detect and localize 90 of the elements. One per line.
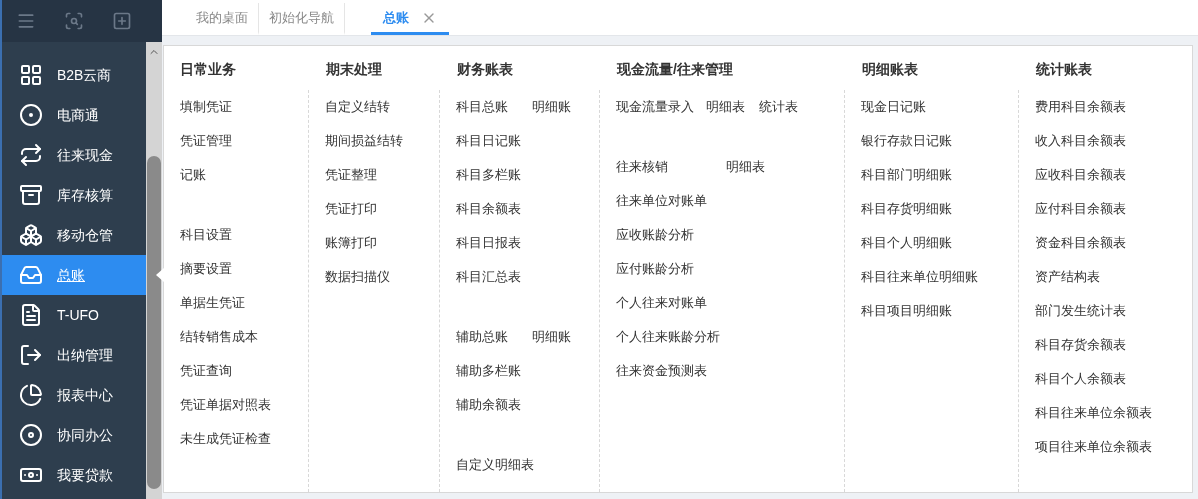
boxes-icon — [19, 223, 43, 247]
menu-link[interactable]: 科目日记账 — [456, 131, 521, 151]
menu-link[interactable]: 凭证查询 — [180, 361, 232, 381]
menu-link[interactable]: 科目存货余额表 — [1035, 335, 1126, 355]
menu-link[interactable]: 应收科目余额表 — [1035, 165, 1126, 185]
menu-link[interactable]: 凭证打印 — [325, 199, 377, 219]
menu-link[interactable]: 统计表 — [758, 97, 844, 117]
menu-link[interactable]: 结转销售成本 — [180, 327, 258, 347]
column-heading: 现金流量/往来管理 — [615, 60, 734, 79]
tab[interactable]: 我的桌面 — [186, 3, 259, 35]
add-icon[interactable] — [112, 11, 132, 31]
menu-link[interactable]: 填制凭证 — [180, 97, 232, 117]
menu-link[interactable]: 期间损益结转 — [325, 131, 403, 151]
search-icon[interactable] — [64, 11, 84, 31]
menu-link[interactable]: 科目项目明细账 — [861, 301, 952, 321]
menu-link[interactable]: 部门发生统计表 — [1035, 301, 1126, 321]
export-icon — [19, 343, 43, 367]
menu-link[interactable]: 资产结构表 — [1035, 267, 1100, 287]
menu-link[interactable]: 辅助余额表 — [456, 395, 521, 415]
disc-icon — [19, 423, 43, 447]
menu-link[interactable]: 明细表 — [726, 157, 790, 177]
menu-link[interactable]: 往来核销 — [616, 157, 726, 177]
menu-link[interactable]: 现金日记账 — [861, 97, 926, 117]
menu-link[interactable]: 银行存款日记账 — [861, 131, 952, 151]
sidebar-item[interactable]: 出纳管理 — [2, 335, 146, 375]
menu-link[interactable]: 摘要设置 — [180, 259, 232, 279]
arrows-icon — [19, 143, 43, 167]
menu-link[interactable]: 自定义结转 — [325, 97, 390, 117]
column-heading: 期末处理 — [325, 60, 383, 79]
column-heading: 统计账表 — [1035, 60, 1093, 79]
menu-link[interactable]: 辅助多栏账 — [456, 361, 521, 381]
menu-link[interactable]: 科目个人明细账 — [861, 233, 952, 253]
tray-icon — [19, 183, 43, 207]
sidebar-item[interactable]: 移动仓管 — [2, 215, 146, 255]
menu-link[interactable]: 科目部门明细账 — [861, 165, 952, 185]
menu-icon[interactable] — [16, 11, 36, 31]
menu-link[interactable]: 凭证管理 — [180, 131, 232, 151]
sidebar-item[interactable]: 报表中心 — [2, 375, 146, 415]
scrollbar[interactable] — [146, 42, 162, 499]
menu-link[interactable]: 资金科目余额表 — [1035, 233, 1126, 253]
menu-link[interactable]: 科目总账 — [456, 97, 532, 117]
menu-link[interactable]: 科目多栏账 — [456, 165, 521, 185]
tab[interactable]: 初始化导航 — [259, 3, 345, 35]
menu-link[interactable]: 科目存货明细账 — [861, 199, 952, 219]
menu-link[interactable]: 科目往来单位明细账 — [861, 267, 978, 287]
document-icon — [19, 303, 43, 327]
menu-link[interactable]: 应付科目余额表 — [1035, 199, 1126, 219]
menu-link[interactable]: 自定义明细表 — [456, 455, 534, 475]
pie-chart-icon — [19, 383, 43, 407]
sidebar-item[interactable]: 往来现金 — [2, 135, 146, 175]
sidebar-item[interactable]: 协同办公 — [2, 415, 146, 455]
menu-link[interactable]: 明细表 — [706, 97, 759, 117]
menu-link[interactable]: 辅助总账 — [456, 327, 532, 347]
menu-link[interactable]: 项目往来单位余额表 — [1035, 437, 1152, 457]
menu-link[interactable]: 记账 — [180, 165, 206, 185]
sidebar-item[interactable]: T-UFO — [2, 295, 146, 335]
menu-link[interactable]: 明细账 — [532, 97, 596, 117]
menu-link[interactable]: 未生成凭证检查 — [180, 429, 271, 449]
menu-link[interactable]: 科目个人余额表 — [1035, 369, 1126, 389]
sidebar-item[interactable]: B2B云商 — [2, 55, 146, 95]
menu-link[interactable]: 往来单位对账单 — [616, 191, 707, 211]
menu-link[interactable]: 单据生凭证 — [180, 293, 245, 313]
column-heading: 财务账表 — [456, 60, 514, 79]
menu-link[interactable]: 个人往来对账单 — [616, 293, 707, 313]
scrollbar-thumb[interactable] — [147, 156, 161, 489]
sidebar-item[interactable]: 电商通 — [2, 95, 146, 135]
menu-link[interactable]: 科目余额表 — [456, 199, 521, 219]
menu-link[interactable]: 科目设置 — [180, 225, 232, 245]
sidebar-item[interactable]: 我要贷款 — [2, 455, 146, 495]
circle-icon — [19, 103, 43, 127]
menu-link[interactable]: 个人往来账龄分析 — [616, 327, 720, 347]
menu-link[interactable]: 收入科目余额表 — [1035, 131, 1126, 151]
menu-link[interactable]: 往来资金预测表 — [616, 361, 707, 381]
menu-link[interactable]: 现金流量录入 — [616, 97, 707, 117]
sidebar-item[interactable]: 库存核算 — [2, 175, 146, 215]
menu-link[interactable]: 费用科目余额表 — [1035, 97, 1126, 117]
menu-link[interactable]: 科目汇总表 — [456, 267, 521, 287]
column-heading: 日常业务 — [180, 60, 237, 79]
menu-link[interactable]: 科目往来单位余额表 — [1035, 403, 1152, 423]
menu-link[interactable]: 账簿打印 — [325, 233, 377, 253]
menu-link[interactable]: 明细账 — [532, 327, 596, 347]
menu-link[interactable]: 科目日报表 — [456, 233, 521, 253]
menu-link[interactable]: 数据扫描仪 — [325, 267, 390, 287]
menu-link[interactable]: 凭证单据对照表 — [180, 395, 271, 415]
grid-icon — [19, 63, 43, 87]
menu-link[interactable]: 应收账龄分析 — [616, 225, 694, 245]
menu-link[interactable]: 凭证整理 — [325, 165, 377, 185]
column-heading: 明细账表 — [861, 60, 919, 79]
menu-link[interactable]: 应付账龄分析 — [616, 259, 694, 279]
ledger-box-icon — [19, 263, 43, 287]
